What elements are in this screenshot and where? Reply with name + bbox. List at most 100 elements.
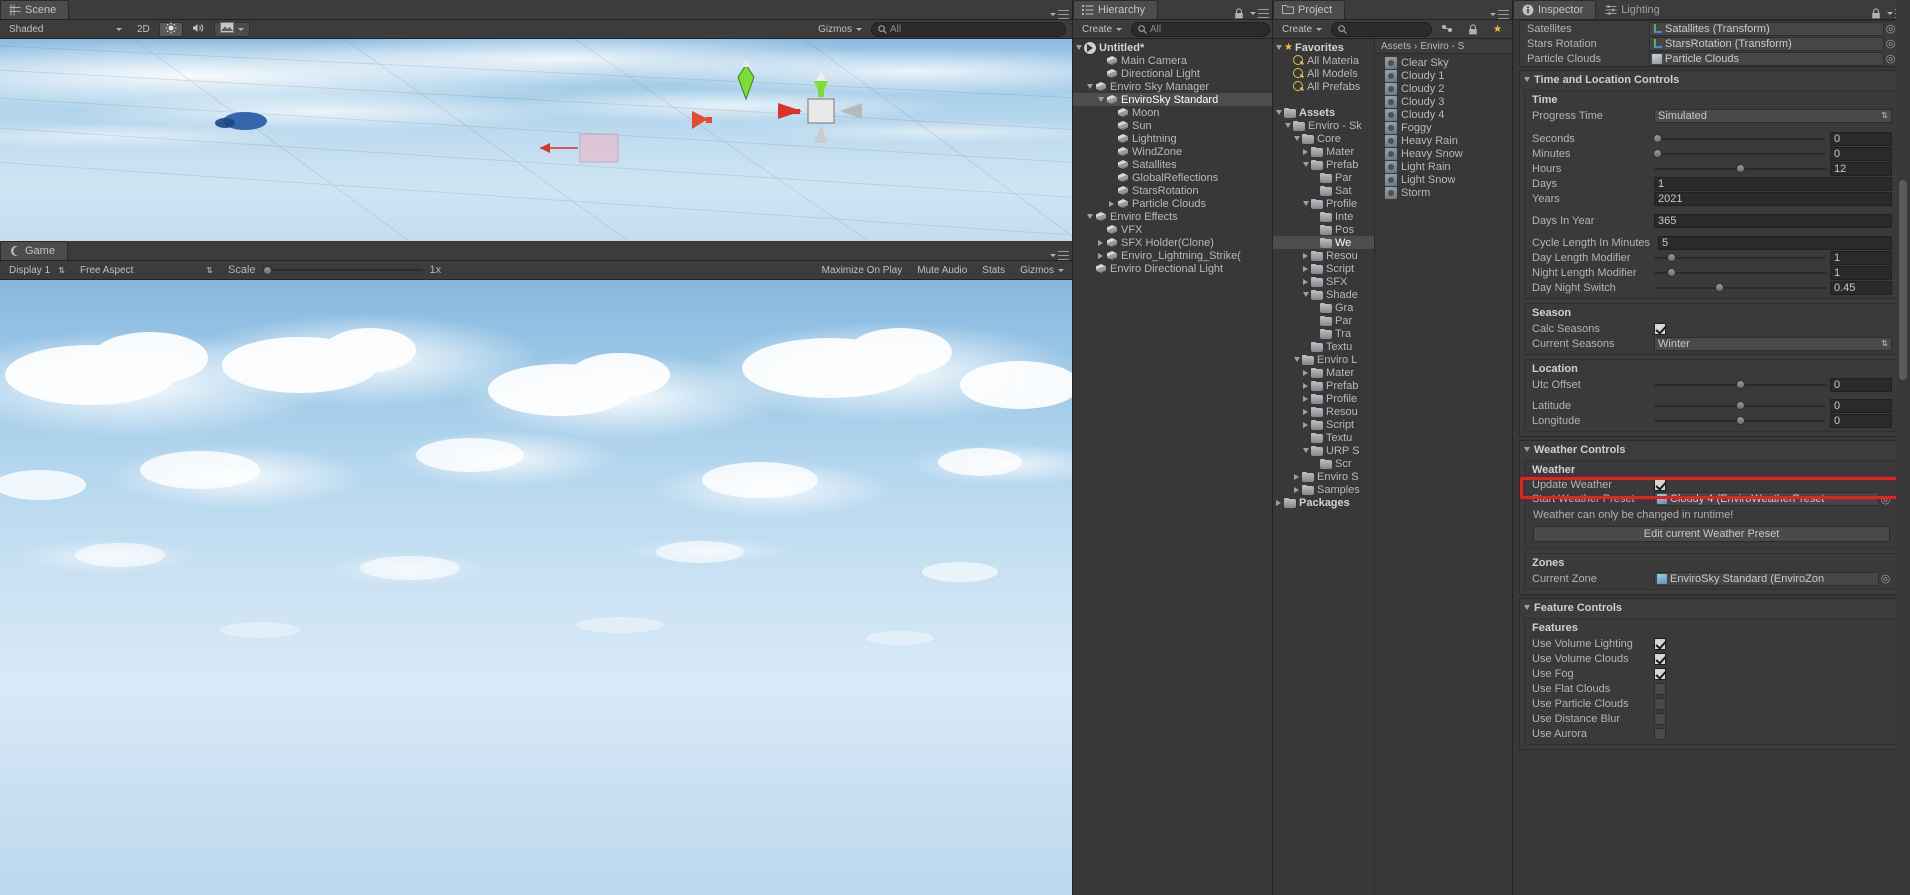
project-tree-item[interactable]: Core: [1273, 132, 1374, 145]
hierarchy-item[interactable]: Particle Clouds: [1073, 197, 1273, 210]
project-favorite-icon[interactable]: ★: [1487, 22, 1510, 37]
feature-checkbox[interactable]: [1654, 727, 1666, 740]
game-display-dropdown[interactable]: Display 1 ⇅: [3, 263, 71, 278]
time-field-input[interactable]: 1: [1654, 176, 1892, 191]
slider-knob[interactable]: [1653, 149, 1663, 158]
slider-track[interactable]: [1653, 132, 1826, 146]
scene-fx-toggle[interactable]: [213, 21, 250, 37]
fold-arrow-right[interactable]: [1300, 148, 1311, 155]
fold-arrow-right[interactable]: [1300, 408, 1311, 415]
slider-value-field[interactable]: 1: [1830, 250, 1892, 265]
hierarchy-item[interactable]: Satallites: [1073, 158, 1273, 171]
fold-arrow-right[interactable]: [1291, 473, 1302, 480]
project-asset-item[interactable]: Heavy Rain: [1375, 134, 1513, 147]
fold-arrow-right[interactable]: [1300, 252, 1311, 259]
feature-checkbox[interactable]: [1654, 667, 1666, 680]
tab-inspector[interactable]: Inspector: [1513, 0, 1597, 19]
project-asset-item[interactable]: Storm: [1375, 186, 1513, 199]
tab-lighting[interactable]: Lighting: [1596, 0, 1673, 19]
fold-arrow-down[interactable]: [1282, 123, 1293, 128]
scene-object-gizmo[interactable]: [185, 97, 305, 147]
fold-arrow-right[interactable]: [1273, 499, 1284, 506]
project-tree-item[interactable]: Enviro - Sk: [1273, 119, 1374, 132]
hierarchy-item[interactable]: Untitled*: [1073, 41, 1273, 54]
game-maximize-on-play-toggle[interactable]: Maximize On Play: [816, 263, 909, 278]
breadcrumb[interactable]: Assets › Enviro - S: [1375, 39, 1513, 54]
project-tree-item[interactable]: Inte: [1273, 210, 1374, 223]
slider-track[interactable]: [1653, 147, 1826, 161]
project-tree-item[interactable]: Mater: [1273, 366, 1374, 379]
scene-search-input[interactable]: All: [871, 21, 1066, 37]
slider-knob[interactable]: [1736, 380, 1745, 389]
project-asset-item[interactable]: Light Rain: [1375, 160, 1513, 173]
splitter-hierarchy-project[interactable]: [1272, 0, 1273, 895]
game-gizmos-dropdown[interactable]: Gizmos: [1014, 263, 1070, 278]
project-tree-item[interactable]: Sat: [1273, 184, 1374, 197]
current-seasons-dropdown[interactable]: Winter ⇅: [1654, 336, 1892, 351]
project-lock-icon[interactable]: [1462, 22, 1484, 37]
fold-arrow-down[interactable]: [1084, 214, 1095, 219]
project-tree-item[interactable]: Shade: [1273, 288, 1374, 301]
hierarchy-item[interactable]: Enviro Directional Light: [1073, 262, 1273, 275]
project-tree-item[interactable]: Packages: [1273, 496, 1374, 509]
game-options-burger[interactable]: [1046, 251, 1073, 260]
project-tree-item[interactable]: Par: [1273, 314, 1374, 327]
calc-seasons-checkbox[interactable]: [1654, 322, 1666, 335]
fold-arrow-down[interactable]: [1300, 162, 1311, 167]
object-ref-field[interactable]: Particle Clouds: [1649, 51, 1884, 66]
project-tree-item[interactable]: We: [1273, 236, 1374, 249]
project-tree-item[interactable]: SFX: [1273, 275, 1374, 288]
fold-arrow-down[interactable]: [1084, 84, 1095, 89]
feature-toggle-list[interactable]: Use Volume Lighting Use Volume Clouds Use …: [1525, 636, 1898, 741]
slider-knob[interactable]: [1736, 416, 1745, 425]
fold-arrow-right[interactable]: [1300, 278, 1311, 285]
hierarchy-item[interactable]: Moon: [1073, 106, 1273, 119]
hierarchy-item[interactable]: StarsRotation: [1073, 184, 1273, 197]
project-asset-item[interactable]: Cloudy 1: [1375, 69, 1513, 82]
days-in-year-field[interactable]: 365: [1654, 213, 1892, 228]
slider-value-field[interactable]: 0.45: [1830, 280, 1892, 295]
start-weather-preset-field[interactable]: Cloudy 4 (EnviroWeatherPreset: [1654, 492, 1879, 506]
tab-project[interactable]: Project: [1273, 0, 1346, 19]
slider-knob[interactable]: [1736, 164, 1745, 173]
weather-controls-header[interactable]: Weather Controls: [1520, 441, 1903, 458]
fold-arrow-right[interactable]: [1300, 265, 1311, 272]
project-tree-item[interactable]: Enviro L: [1273, 353, 1374, 366]
fold-arrow-right[interactable]: [1291, 486, 1302, 493]
scene-audio-toggle[interactable]: [186, 22, 211, 37]
project-tree-item[interactable]: Resou: [1273, 405, 1374, 418]
slider-track[interactable]: [1654, 414, 1826, 428]
fold-arrow-right[interactable]: [1300, 369, 1311, 376]
feature-checkbox[interactable]: [1654, 697, 1666, 710]
project-asset-list[interactable]: Clear Sky Cloudy 1 Cloudy 2 Cloudy 3 Cloudy …: [1375, 54, 1513, 199]
game-stats-toggle[interactable]: Stats: [976, 263, 1011, 278]
splitter-project-inspector[interactable]: [1512, 0, 1513, 895]
location-sliders[interactable]: Utc Offset 0 Latitude 0 Longitude 0: [1525, 377, 1898, 428]
hierarchy-tree[interactable]: Untitled* Main Camera Directional Light Env…: [1073, 39, 1273, 275]
project-asset-item[interactable]: Cloudy 2: [1375, 82, 1513, 95]
slider-track[interactable]: [1654, 399, 1826, 413]
project-tree-item[interactable]: Script: [1273, 262, 1374, 275]
time-field-input[interactable]: 2021: [1654, 191, 1892, 206]
feature-controls-header[interactable]: Feature Controls: [1520, 599, 1903, 616]
project-filter-icon[interactable]: [1435, 22, 1459, 37]
fold-arrow-down[interactable]: [1300, 448, 1311, 453]
project-tree-item[interactable]: Prefab: [1273, 158, 1374, 171]
project-tree-item[interactable]: Textu: [1273, 340, 1374, 353]
project-asset-item[interactable]: Cloudy 3: [1375, 95, 1513, 108]
project-tree-item[interactable]: Enviro S: [1273, 470, 1374, 483]
hierarchy-item[interactable]: Sun: [1073, 119, 1273, 132]
current-zone-field[interactable]: EnviroSky Standard (EnviroZon: [1654, 571, 1879, 586]
project-tree-item[interactable]: Resou: [1273, 249, 1374, 262]
slider-value-field[interactable]: 1: [1830, 265, 1892, 280]
project-tree-item[interactable]: URP S: [1273, 444, 1374, 457]
time-sliders[interactable]: Seconds 0 Minutes 0 Hours 12: [1525, 131, 1898, 176]
hierarchy-item[interactable]: EnviroSky Standard: [1073, 93, 1273, 106]
fold-arrow-right[interactable]: [1106, 200, 1117, 207]
inspector-scrollbar-thumb[interactable]: [1899, 180, 1907, 380]
project-tree-item[interactable]: All Models: [1273, 67, 1374, 80]
scene-transform-gizmos[interactable]: [690, 59, 930, 169]
hierarchy-create-button[interactable]: Create: [1076, 22, 1128, 37]
fold-arrow-down[interactable]: [1291, 136, 1302, 141]
edit-weather-preset-button[interactable]: Edit current Weather Preset: [1533, 526, 1890, 542]
